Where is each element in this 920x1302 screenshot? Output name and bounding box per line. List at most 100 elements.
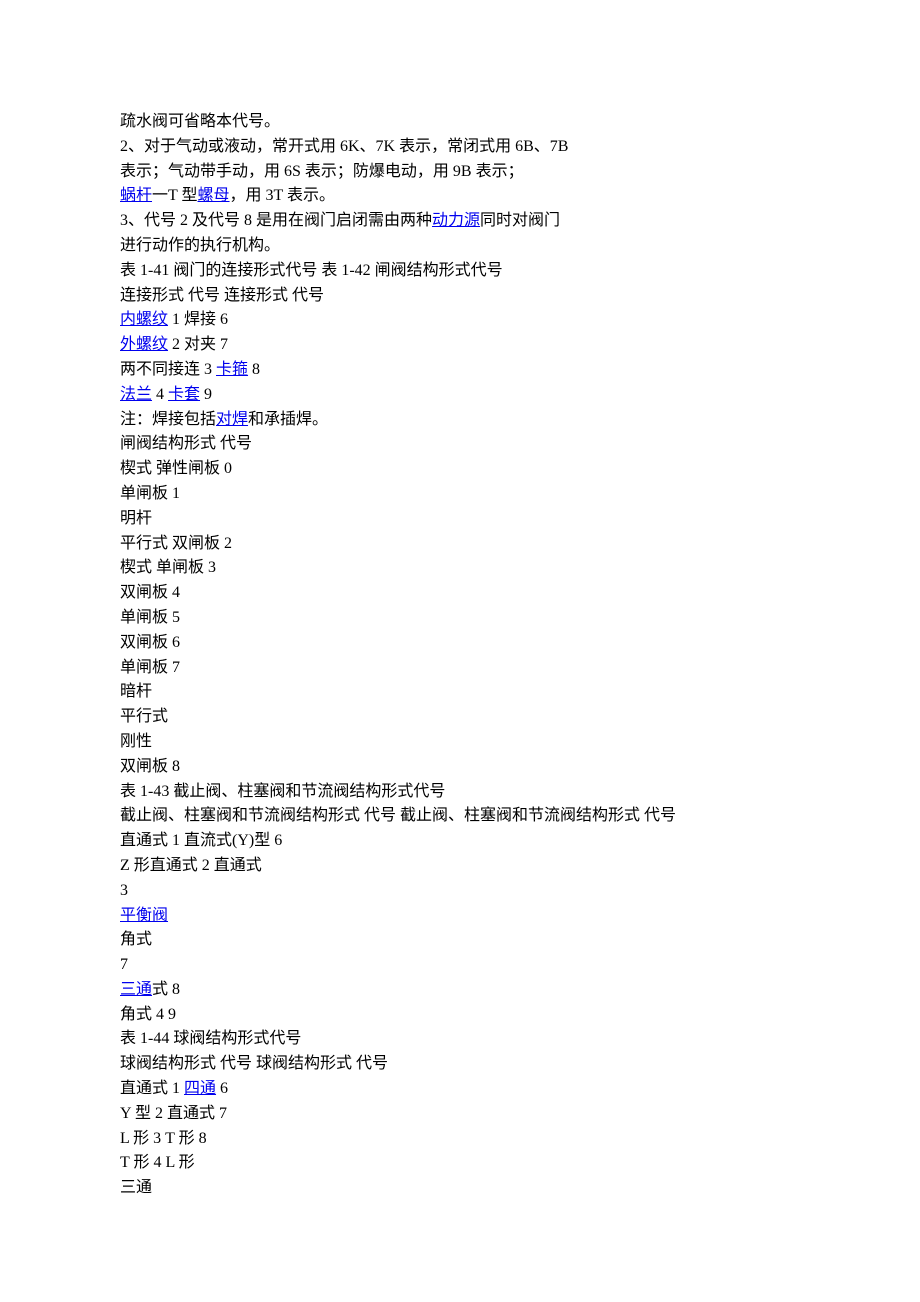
text-run: Z 形直通式 2 直通式 bbox=[120, 857, 262, 874]
text-line: 7 bbox=[120, 953, 800, 978]
text-run: 角式 4 9 bbox=[120, 1006, 176, 1023]
text-line: 三通 bbox=[120, 1176, 800, 1201]
text-line: 双闸板 6 bbox=[120, 631, 800, 656]
text-line: 截止阀、柱塞阀和节流阀结构形式 代号 截止阀、柱塞阀和节流阀结构形式 代号 bbox=[120, 804, 800, 829]
text-line: 表 1-41 阀门的连接形式代号 表 1-42 闸阀结构形式代号 bbox=[120, 259, 800, 284]
text-run: 暗杆 bbox=[120, 683, 152, 700]
hyperlink[interactable]: 卡箍 bbox=[216, 361, 248, 378]
hyperlink[interactable]: 四通 bbox=[184, 1080, 216, 1097]
text-run: 单闸板 7 bbox=[120, 659, 180, 676]
text-line: 3、代号 2 及代号 8 是用在阀门启闭需由两种动力源同时对阀门 bbox=[120, 209, 800, 234]
hyperlink[interactable]: 法兰 bbox=[120, 386, 152, 403]
text-line: 平衡阀 bbox=[120, 904, 800, 929]
text-run: 单闸板 5 bbox=[120, 609, 180, 626]
text-run: L 形 3 T 形 8 bbox=[120, 1130, 207, 1147]
text-run: 表示；气动带手动，用 6S 表示；防爆电动，用 9B 表示； bbox=[120, 163, 524, 180]
text-run: 表 1-41 阀门的连接形式代号 表 1-42 闸阀结构形式代号 bbox=[120, 262, 503, 279]
text-run: 2 对夹 7 bbox=[168, 336, 228, 353]
text-line: 注：焊接包括对焊和承插焊。 bbox=[120, 408, 800, 433]
text-run: 表 1-44 球阀结构形式代号 bbox=[120, 1030, 301, 1047]
text-line: Y 型 2 直通式 7 bbox=[120, 1102, 800, 1127]
text-run: 一T 型 bbox=[152, 187, 198, 204]
text-line: Z 形直通式 2 直通式 bbox=[120, 854, 800, 879]
text-line: 楔式 弹性闸板 0 bbox=[120, 457, 800, 482]
text-line: 角式 bbox=[120, 928, 800, 953]
text-line: 疏水阀可省略本代号。 bbox=[120, 110, 800, 135]
text-line: 两不同接连 3 卡箍 8 bbox=[120, 358, 800, 383]
text-run: 7 bbox=[120, 956, 128, 973]
text-run: 4 bbox=[152, 386, 168, 403]
text-run: 双闸板 6 bbox=[120, 634, 180, 651]
text-line: 球阀结构形式 代号 球阀结构形式 代号 bbox=[120, 1052, 800, 1077]
text-line: 2、对于气动或液动，常开式用 6K、7K 表示，常闭式用 6B、7B bbox=[120, 135, 800, 160]
document-page: 疏水阀可省略本代号。 2、对于气动或液动，常开式用 6K、7K 表示，常闭式用 6… bbox=[0, 0, 920, 1302]
hyperlink[interactable]: 动力源 bbox=[432, 212, 480, 229]
text-run: 楔式 弹性闸板 0 bbox=[120, 460, 232, 477]
text-run: 连接形式 代号 连接形式 代号 bbox=[120, 287, 324, 304]
text-line: 单闸板 7 bbox=[120, 656, 800, 681]
text-run: 2、对于气动或液动，常开式用 6K、7K 表示，常闭式用 6B、7B bbox=[120, 138, 568, 155]
text-line: 三通式 8 bbox=[120, 978, 800, 1003]
text-line: 表 1-44 球阀结构形式代号 bbox=[120, 1027, 800, 1052]
text-run: 同时对阀门 bbox=[480, 212, 560, 229]
text-run: ，用 3T 表示。 bbox=[230, 187, 336, 204]
text-run: 1 焊接 6 bbox=[168, 311, 228, 328]
text-run: 直通式 1 bbox=[120, 1080, 184, 1097]
text-run: 单闸板 1 bbox=[120, 485, 180, 502]
text-line: 单闸板 1 bbox=[120, 482, 800, 507]
text-run: 8 bbox=[248, 361, 260, 378]
hyperlink[interactable]: 卡套 bbox=[168, 386, 200, 403]
text-line: 平行式 双闸板 2 bbox=[120, 532, 800, 557]
text-run: 截止阀、柱塞阀和节流阀结构形式 代号 截止阀、柱塞阀和节流阀结构形式 代号 bbox=[120, 807, 676, 824]
text-line: 连接形式 代号 连接形式 代号 bbox=[120, 284, 800, 309]
text-run: 进行动作的执行机构。 bbox=[120, 237, 280, 254]
hyperlink[interactable]: 内螺纹 bbox=[120, 311, 168, 328]
hyperlink[interactable]: 外螺纹 bbox=[120, 336, 168, 353]
text-run: 双闸板 8 bbox=[120, 758, 180, 775]
text-run: 3 bbox=[120, 882, 128, 899]
text-run: 和承插焊。 bbox=[248, 411, 328, 428]
text-run: 闸阀结构形式 代号 bbox=[120, 435, 252, 452]
text-line: 平行式 bbox=[120, 705, 800, 730]
text-run: 双闸板 4 bbox=[120, 584, 180, 601]
text-line: 角式 4 9 bbox=[120, 1003, 800, 1028]
text-line: 法兰 4 卡套 9 bbox=[120, 383, 800, 408]
text-run: 楔式 单闸板 3 bbox=[120, 559, 216, 576]
hyperlink[interactable]: 三通 bbox=[120, 981, 152, 998]
text-run: 直通式 1 直流式(Y)型 6 bbox=[120, 832, 282, 849]
text-run: T 形 4 L 形 bbox=[120, 1154, 195, 1171]
text-line: 蜗杆一T 型螺母，用 3T 表示。 bbox=[120, 184, 800, 209]
text-run: 式 8 bbox=[152, 981, 180, 998]
text-line: 刚性 bbox=[120, 730, 800, 755]
text-run: 6 bbox=[216, 1080, 228, 1097]
text-line: 外螺纹 2 对夹 7 bbox=[120, 333, 800, 358]
text-line: 楔式 单闸板 3 bbox=[120, 556, 800, 581]
text-run: 三通 bbox=[120, 1179, 152, 1196]
text-line: T 形 4 L 形 bbox=[120, 1151, 800, 1176]
text-line: 直通式 1 直流式(Y)型 6 bbox=[120, 829, 800, 854]
hyperlink[interactable]: 螺母 bbox=[198, 187, 230, 204]
text-run: 两不同接连 3 bbox=[120, 361, 216, 378]
text-line: 直通式 1 四通 6 bbox=[120, 1077, 800, 1102]
text-line: 暗杆 bbox=[120, 680, 800, 705]
text-run: 刚性 bbox=[120, 733, 152, 750]
text-run: 表 1-43 截止阀、柱塞阀和节流阀结构形式代号 bbox=[120, 783, 445, 800]
hyperlink[interactable]: 对焊 bbox=[216, 411, 248, 428]
hyperlink[interactable]: 蜗杆 bbox=[120, 187, 152, 204]
text-line: 闸阀结构形式 代号 bbox=[120, 432, 800, 457]
text-run: 平行式 bbox=[120, 708, 168, 725]
text-run: 3、代号 2 及代号 8 是用在阀门启闭需由两种 bbox=[120, 212, 432, 229]
hyperlink[interactable]: 平衡阀 bbox=[120, 907, 168, 924]
text-line: 双闸板 8 bbox=[120, 755, 800, 780]
text-line: 明杆 bbox=[120, 507, 800, 532]
text-line: 单闸板 5 bbox=[120, 606, 800, 631]
text-run: 疏水阀可省略本代号。 bbox=[120, 113, 280, 130]
text-run: 9 bbox=[200, 386, 212, 403]
text-line: L 形 3 T 形 8 bbox=[120, 1127, 800, 1152]
text-line: 内螺纹 1 焊接 6 bbox=[120, 308, 800, 333]
text-line: 3 bbox=[120, 879, 800, 904]
text-run: Y 型 2 直通式 7 bbox=[120, 1105, 227, 1122]
text-run: 明杆 bbox=[120, 510, 152, 527]
text-run: 注：焊接包括 bbox=[120, 411, 216, 428]
text-line: 表 1-43 截止阀、柱塞阀和节流阀结构形式代号 bbox=[120, 780, 800, 805]
